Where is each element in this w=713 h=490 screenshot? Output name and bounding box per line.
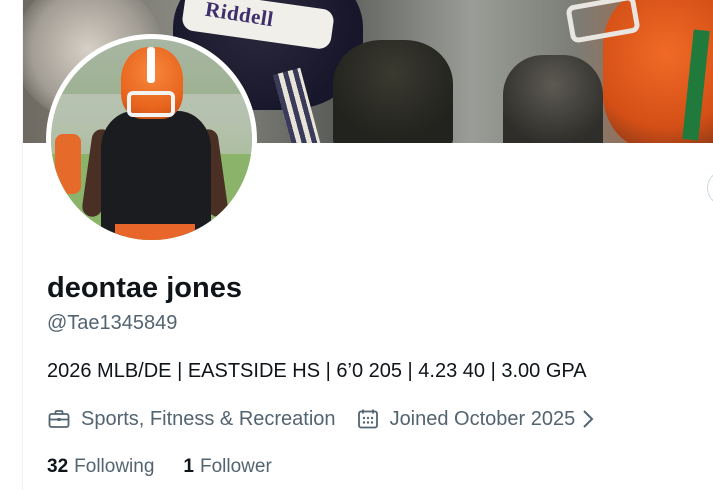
profile-category[interactable]: Sports, Fitness & Recreation xyxy=(47,407,336,431)
calendar-icon xyxy=(357,409,378,429)
followers-count: 1 xyxy=(183,456,194,477)
briefcase-icon xyxy=(48,410,70,428)
profile-category-label: Sports, Fitness & Recreation xyxy=(81,407,336,430)
profile-page: Riddell deontae jones @Tae1345849 2026 M… xyxy=(0,0,713,490)
more-options-button[interactable] xyxy=(707,170,713,206)
followers-link[interactable]: 1 Follower xyxy=(183,456,271,478)
profile-meta: Sports, Fitness & Recreation Joined Octo… xyxy=(47,404,597,434)
user-handle: @Tae1345849 xyxy=(47,312,178,334)
profile-avatar[interactable] xyxy=(46,34,257,245)
following-link[interactable]: 32 Following xyxy=(47,456,154,478)
chevron-right-icon xyxy=(583,410,594,428)
followers-label: Follower xyxy=(199,456,272,477)
avatar-photo xyxy=(51,39,252,240)
follow-stats: 32 Following 1 Follower xyxy=(47,456,272,478)
following-label: Following xyxy=(74,456,155,477)
following-count: 32 xyxy=(47,456,69,477)
profile-joined-label: Joined October 2025 xyxy=(389,407,576,430)
profile-joined-date[interactable]: Joined October 2025 xyxy=(356,407,598,431)
profile-bio: 2026 MLB/DE | EASTSIDE HS | 6’0 205 | 4.… xyxy=(47,360,587,382)
display-name: deontae jones xyxy=(47,272,242,304)
